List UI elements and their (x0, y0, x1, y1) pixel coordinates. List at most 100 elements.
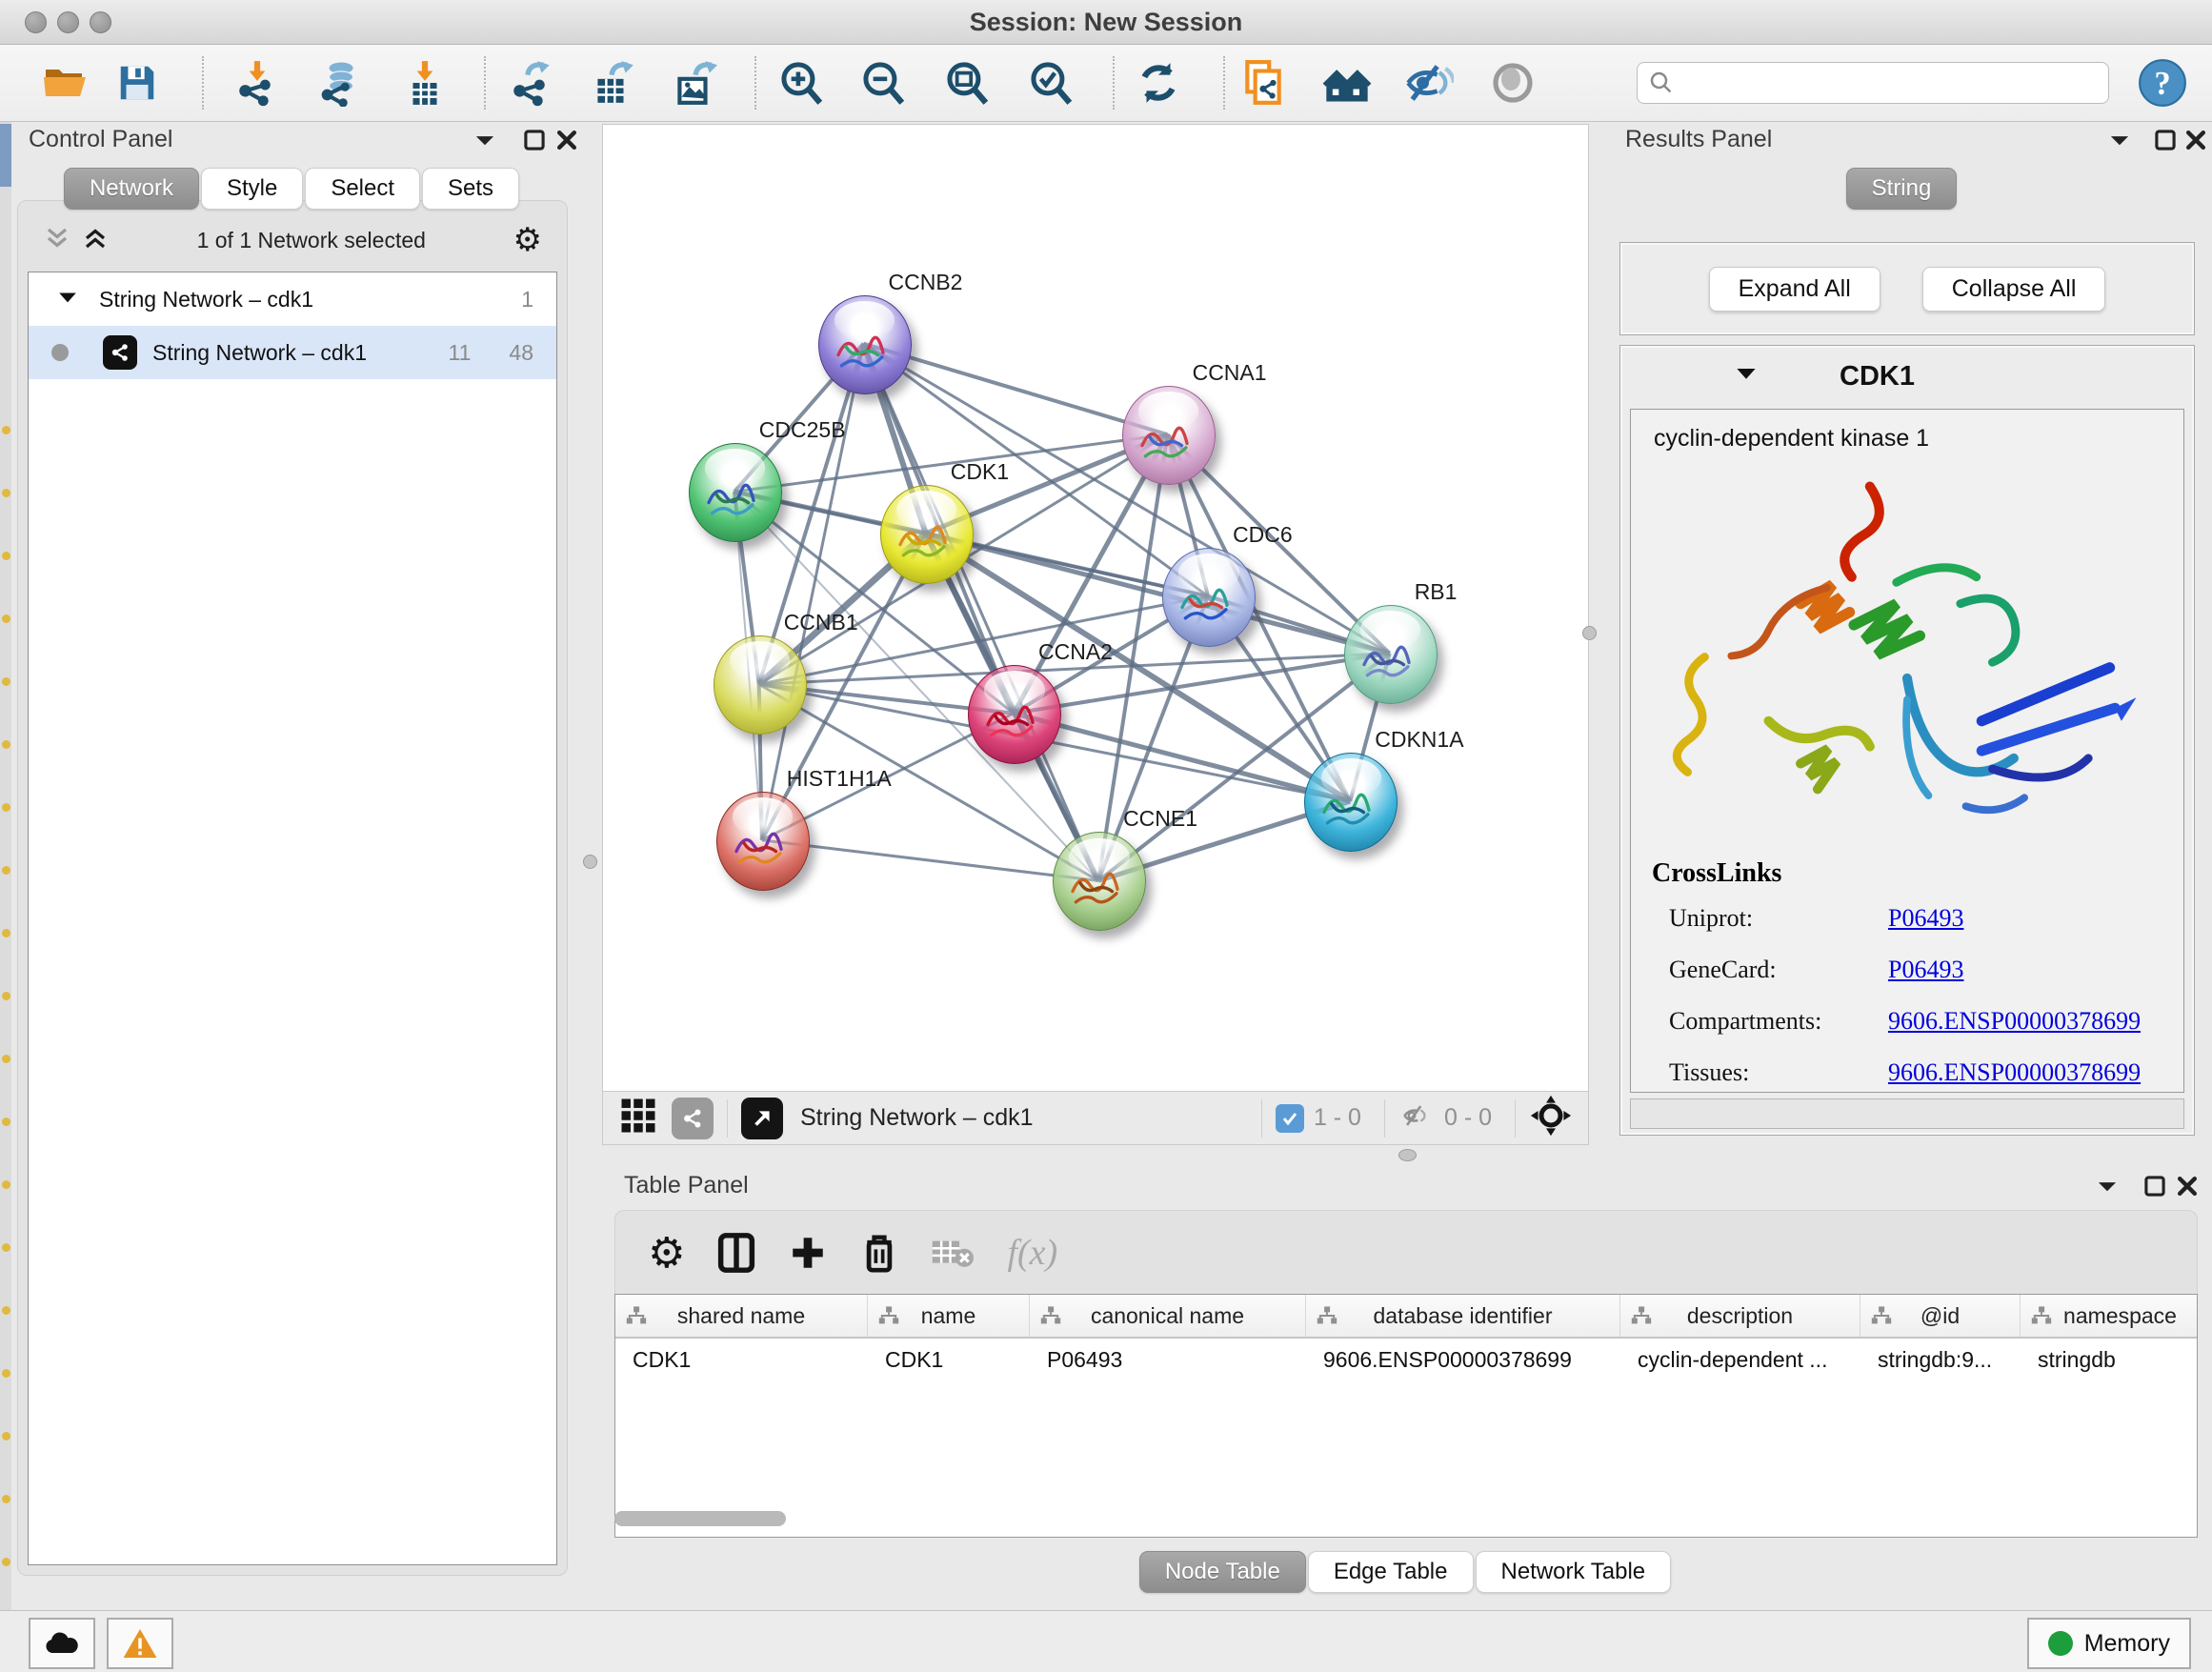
fit-content-crosshair-icon[interactable] (1529, 1094, 1573, 1142)
collapse-all-networks-icon[interactable] (43, 224, 71, 257)
tree-expand-icon[interactable] (57, 287, 78, 312)
cloud-button[interactable] (29, 1618, 95, 1669)
table-cell[interactable]: CDK1 (868, 1347, 1030, 1373)
node-structure-thumbnail (1136, 413, 1201, 467)
column-header-namespace[interactable]: namespace (2021, 1295, 2198, 1337)
column-header-shared-name[interactable]: shared name (615, 1295, 868, 1337)
network-node-ccne1[interactable] (1053, 832, 1146, 931)
create-column-plus-icon[interactable] (788, 1233, 828, 1273)
delete-table-icon[interactable] (931, 1235, 975, 1271)
copy-style-icon[interactable] (1238, 58, 1288, 108)
control-panel-close-icon[interactable] (554, 128, 579, 157)
collapse-all-button[interactable]: Collapse All (1922, 267, 2106, 312)
table-tab-edge-table[interactable]: Edge Table (1308, 1551, 1474, 1593)
results-tab-string[interactable]: String (1846, 168, 1958, 210)
network-node-cdk1[interactable] (880, 485, 974, 584)
column-header-canonical-name[interactable]: canonical name (1030, 1295, 1306, 1337)
apply-layout-icon[interactable] (1134, 58, 1183, 108)
tab-network[interactable]: Network (64, 168, 199, 210)
splitter-grip[interactable] (583, 855, 597, 869)
zoom-fit-icon[interactable] (941, 58, 991, 108)
column-header-description[interactable]: description (1620, 1295, 1860, 1337)
splitter-grip[interactable] (1582, 626, 1597, 640)
table-cell[interactable]: CDK1 (615, 1347, 868, 1373)
table-cell[interactable]: 9606.ENSP00000378699 (1306, 1347, 1620, 1373)
crosslink-value-link[interactable]: P06493 (1888, 956, 1963, 984)
export-table-icon[interactable] (587, 58, 636, 108)
selected-checkbox-icon[interactable] (1276, 1104, 1304, 1133)
table-cell[interactable]: stringdb:9... (1860, 1347, 2021, 1373)
table-cell[interactable]: P06493 (1030, 1347, 1306, 1373)
warning-button[interactable] (107, 1618, 173, 1669)
table-panel-close-icon[interactable] (2175, 1174, 2200, 1203)
table-panel-float-icon[interactable] (2142, 1174, 2167, 1203)
network-node-ccna1[interactable] (1122, 386, 1216, 485)
memory-button[interactable]: Memory (2027, 1618, 2191, 1669)
table-cell[interactable]: cyclin-dependent ... (1620, 1347, 1860, 1373)
crosslink-value-link[interactable]: 9606.ENSP00000378699 (1888, 1007, 2141, 1036)
string-network-badge-icon[interactable] (672, 1098, 714, 1139)
network-row[interactable]: String Network – cdk1 11 48 (29, 326, 556, 379)
delete-column-trash-icon[interactable] (860, 1232, 898, 1274)
network-canvas[interactable]: CCNB2CCNA1CDC25BCDK1CDC6RB1CCNB1CCNA2CDK… (602, 124, 1589, 1092)
tab-style[interactable]: Style (201, 168, 303, 210)
expand-all-button[interactable]: Expand All (1709, 267, 1880, 312)
export-network-icon[interactable] (507, 58, 556, 108)
import-network-database-icon[interactable] (314, 58, 364, 108)
column-header-database-identifier[interactable]: database identifier (1306, 1295, 1620, 1337)
network-node-cdkn1a[interactable] (1304, 753, 1398, 852)
zoom-in-icon[interactable] (775, 58, 825, 108)
birdseye-grid-icon[interactable] (618, 1096, 658, 1140)
tab-sets[interactable]: Sets (422, 168, 519, 210)
table-horizontal-scrollbar[interactable] (614, 1511, 786, 1526)
open-external-arrow-icon[interactable] (741, 1098, 783, 1139)
network-collection-row[interactable]: String Network – cdk1 1 (29, 272, 556, 326)
table-tab-network-table[interactable]: Network Table (1476, 1551, 1672, 1593)
import-table-icon[interactable] (400, 58, 450, 108)
table-tab-node-table[interactable]: Node Table (1139, 1551, 1306, 1593)
network-node-ccnb1[interactable] (714, 635, 807, 735)
network-edge[interactable] (864, 344, 1099, 881)
table-panel-menu-icon[interactable] (2095, 1176, 2120, 1201)
results-panel-close-icon[interactable] (2183, 128, 2208, 157)
open-session-icon[interactable] (40, 58, 90, 108)
save-session-icon[interactable] (112, 58, 162, 108)
network-node-rb1[interactable] (1344, 605, 1438, 704)
gene-collapse-icon[interactable] (1735, 365, 1758, 389)
help-icon[interactable]: ? (2138, 58, 2187, 108)
table-panel-title: Table Panel (624, 1172, 749, 1199)
results-panel-float-icon[interactable] (2153, 128, 2178, 157)
zoom-out-icon[interactable] (857, 58, 907, 108)
table-options-gear-icon[interactable]: ⚙ (648, 1229, 685, 1278)
table-row[interactable]: CDK1CDK1P064939606.ENSP00000378699cyclin… (615, 1339, 2197, 1380)
network-options-gear-icon[interactable]: ⚙ (513, 221, 542, 259)
import-network-file-icon[interactable] (232, 58, 282, 108)
network-node-ccna2[interactable] (968, 665, 1061, 764)
network-node-hist1h1a[interactable] (716, 792, 810, 891)
column-header-name[interactable]: name (868, 1295, 1030, 1337)
network-node-cdc6[interactable] (1162, 548, 1256, 647)
results-panel-menu-icon[interactable] (2107, 130, 2132, 155)
network-edge[interactable] (926, 534, 1390, 654)
zoom-selected-icon[interactable] (1025, 58, 1075, 108)
network-node-cdc25b[interactable] (689, 443, 782, 542)
hide-selected-eye-icon[interactable] (1404, 58, 1454, 108)
crosslink-value-link[interactable]: P06493 (1888, 904, 1963, 933)
table-cell[interactable]: stringdb (2021, 1347, 2198, 1373)
network-edge[interactable] (762, 840, 1098, 881)
expand-all-networks-icon[interactable] (81, 224, 110, 257)
function-builder-icon[interactable]: f(x) (1007, 1232, 1057, 1274)
string-home-icon[interactable] (1322, 58, 1372, 108)
splitter-grip[interactable] (1398, 1149, 1417, 1161)
crosslink-value-link[interactable]: 9606.ENSP00000378699 (1888, 1058, 2141, 1087)
show-columns-icon[interactable] (717, 1232, 755, 1274)
sliver-dot (2, 1495, 10, 1503)
show-all-eye-icon[interactable] (1488, 58, 1538, 108)
control-panel-menu-icon[interactable] (473, 130, 497, 155)
column-header--id[interactable]: @id (1860, 1295, 2021, 1337)
network-node-ccnb2[interactable] (818, 295, 912, 394)
tab-select[interactable]: Select (305, 168, 420, 210)
control-panel-float-icon[interactable] (522, 128, 547, 157)
search-input[interactable] (1676, 69, 2108, 97)
export-image-icon[interactable] (669, 58, 718, 108)
